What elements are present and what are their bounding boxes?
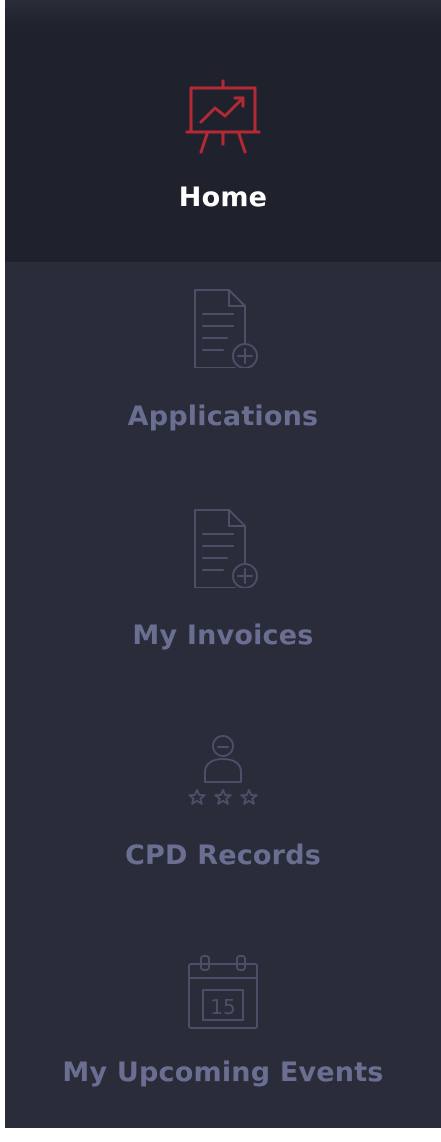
sidebar-item-cpd-records[interactable]: CPD Records <box>5 702 441 922</box>
sidebar-item-label: My Upcoming Events <box>62 1057 384 1088</box>
sidebar-item-label: Applications <box>127 401 319 432</box>
sidebar-item-home[interactable]: Home <box>5 0 441 262</box>
sidebar-item-label: My Invoices <box>132 620 314 651</box>
sidebar-item-label: CPD Records <box>125 840 321 871</box>
user-rating-icon <box>188 735 258 805</box>
sidebar-item-my-invoices[interactable]: My Invoices <box>5 482 441 702</box>
sidebar-item-my-upcoming-events[interactable]: 15 My Upcoming Events <box>5 922 441 1142</box>
presentation-chart-icon <box>185 79 261 154</box>
sidebar-item-label: Home <box>178 182 268 213</box>
document-add-icon <box>194 289 258 368</box>
sidebar-item-applications[interactable]: Applications <box>5 262 441 482</box>
calendar-icon: 15 <box>188 955 258 1029</box>
invoice-add-icon <box>194 509 258 588</box>
calendar-day-number: 15 <box>210 995 235 1019</box>
sidebar-nav: Home Applications My Invoices CPD Record… <box>5 0 441 1128</box>
